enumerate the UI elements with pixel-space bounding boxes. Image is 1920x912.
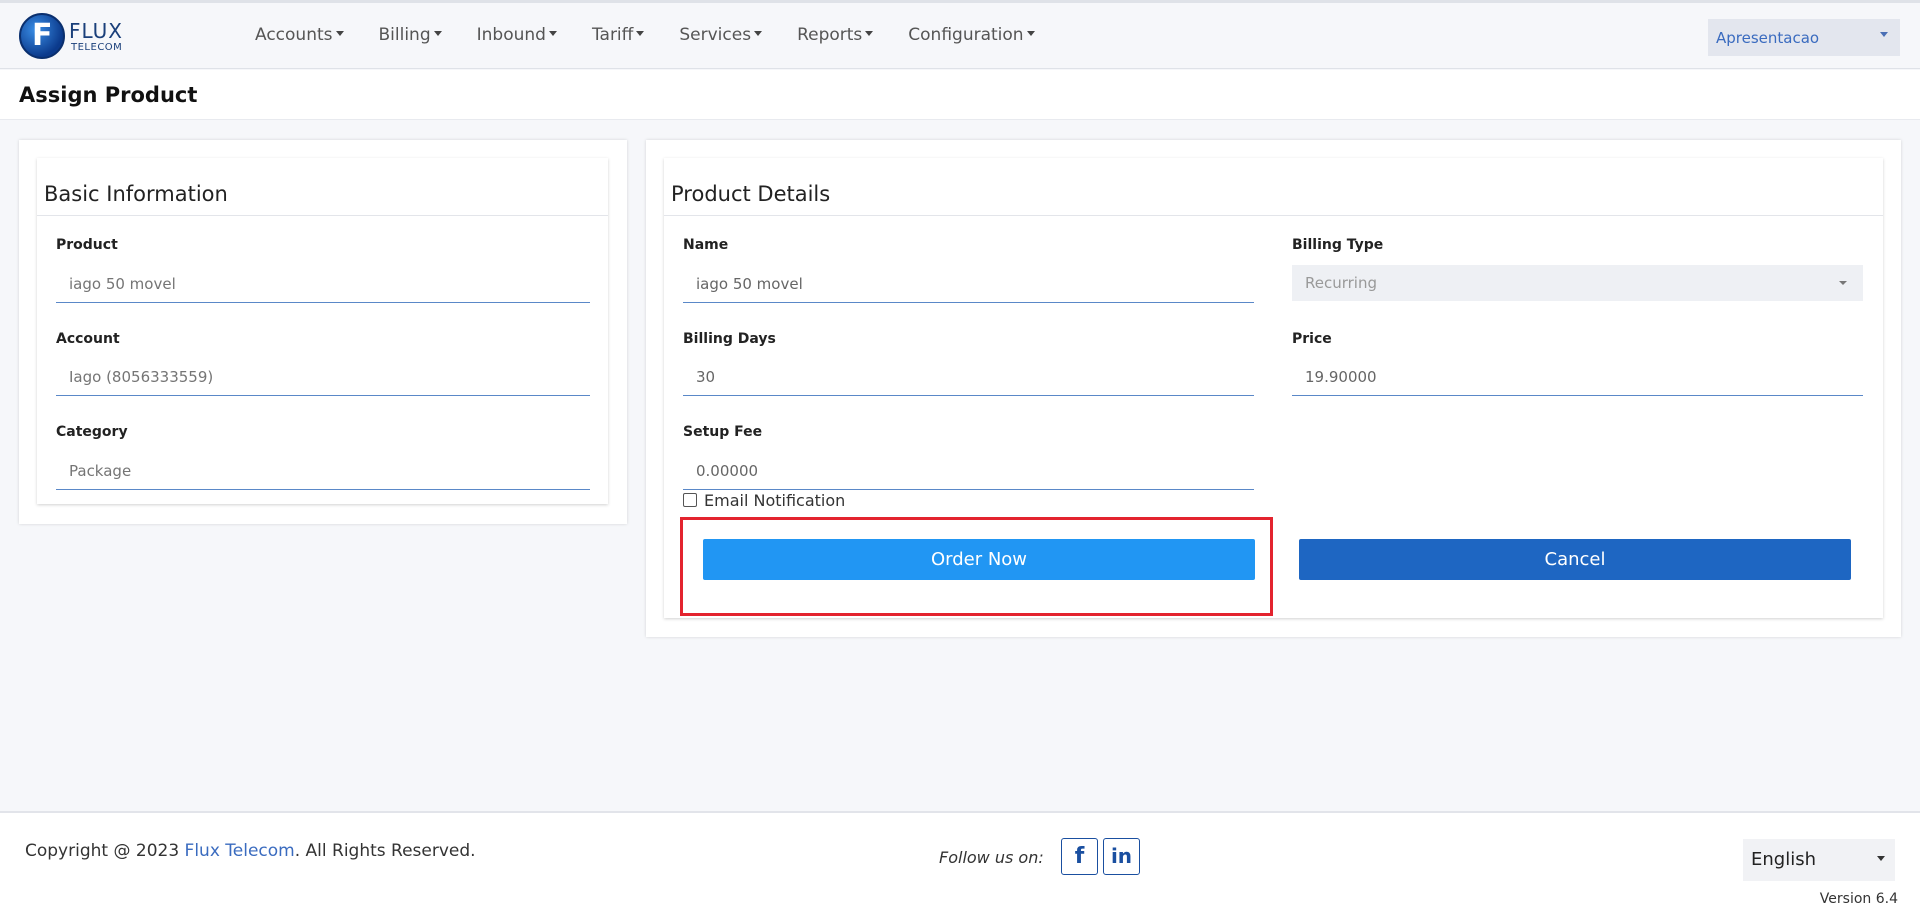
email-notification-checkbox[interactable] — [683, 493, 697, 507]
user-name: Apresentacao — [1716, 29, 1820, 47]
basic-info-card: Basic Information Product Account Catego… — [37, 158, 608, 504]
billing-days-label: Billing Days — [683, 331, 776, 347]
product-details-title: Product Details — [671, 182, 831, 206]
footer: Copyright @ 2023 Flux Telecom. All Right… — [0, 811, 1920, 912]
price-input[interactable] — [1292, 358, 1863, 396]
setup-fee-label: Setup Fee — [683, 424, 763, 440]
divider — [664, 215, 1883, 216]
billing-type-value: Recurring — [1305, 274, 1377, 292]
caret-down-icon — [754, 30, 763, 36]
user-dropdown[interactable]: Apresentacao — [1708, 19, 1900, 56]
logo-icon: F — [19, 13, 65, 59]
facebook-icon[interactable]: f — [1061, 838, 1098, 875]
nav-inbound[interactable]: Inbound — [477, 25, 557, 45]
product-label: Product — [56, 237, 118, 253]
nav-tariff[interactable]: Tariff — [592, 25, 645, 45]
product-input[interactable] — [56, 265, 590, 303]
caret-down-icon — [865, 30, 874, 36]
caret-down-icon — [1880, 32, 1888, 37]
cancel-button[interactable]: Cancel — [1299, 539, 1851, 580]
language-value: English — [1751, 849, 1816, 870]
order-now-button[interactable]: Order Now — [703, 539, 1255, 580]
page-title: Assign Product — [19, 83, 198, 107]
nav-reports[interactable]: Reports — [797, 25, 874, 45]
logo-sub: TELECOM — [71, 42, 123, 53]
billing-type-label: Billing Type — [1292, 237, 1384, 253]
basic-info-panel: Basic Information Product Account Catego… — [19, 140, 627, 524]
language-select[interactable]: English — [1743, 839, 1895, 881]
name-label: Name — [683, 237, 729, 253]
caret-down-icon — [1839, 281, 1847, 285]
basic-info-title: Basic Information — [44, 182, 228, 206]
version-text: Version 6.4 — [1819, 891, 1898, 907]
flux-telecom-logo[interactable]: F FLUX TELECOM — [19, 13, 139, 61]
account-input[interactable] — [56, 358, 590, 396]
main-menu: Accounts Billing Inbound Tariff Services… — [255, 25, 1070, 45]
setup-fee-input[interactable] — [683, 452, 1254, 490]
nav-billing[interactable]: Billing — [379, 25, 442, 45]
caret-down-icon — [433, 30, 442, 36]
page-header: Assign Product — [0, 70, 1920, 120]
caret-down-icon — [1026, 30, 1035, 36]
category-label: Category — [56, 424, 128, 440]
copyright-text: Copyright @ 2023 Flux Telecom. All Right… — [25, 841, 476, 861]
logo-name: FLUX — [69, 19, 123, 43]
follow-us-label: Follow us on: — [939, 848, 1044, 867]
divider — [37, 215, 608, 216]
caret-down-icon — [335, 30, 344, 36]
product-details-panel: Product Details Name Billing Type Recurr… — [646, 140, 1901, 637]
caret-down-icon — [1877, 856, 1885, 861]
nav-configuration[interactable]: Configuration — [908, 25, 1035, 45]
nav-services[interactable]: Services — [679, 25, 763, 45]
category-input[interactable] — [56, 452, 590, 490]
linkedin-icon[interactable]: in — [1103, 838, 1140, 875]
price-label: Price — [1292, 331, 1332, 347]
top-navbar: F FLUX TELECOM Accounts Billing Inbound … — [0, 0, 1920, 69]
email-notification-label: Email Notification — [704, 491, 846, 510]
caret-down-icon — [548, 30, 557, 36]
caret-down-icon — [636, 30, 645, 36]
company-link[interactable]: Flux Telecom — [185, 841, 295, 861]
product-details-card: Product Details Name Billing Type Recurr… — [664, 158, 1883, 618]
name-input[interactable] — [683, 265, 1254, 303]
billing-type-select[interactable]: Recurring — [1292, 265, 1863, 301]
account-label: Account — [56, 331, 120, 347]
nav-accounts[interactable]: Accounts — [255, 25, 344, 45]
billing-days-input[interactable] — [683, 358, 1254, 396]
